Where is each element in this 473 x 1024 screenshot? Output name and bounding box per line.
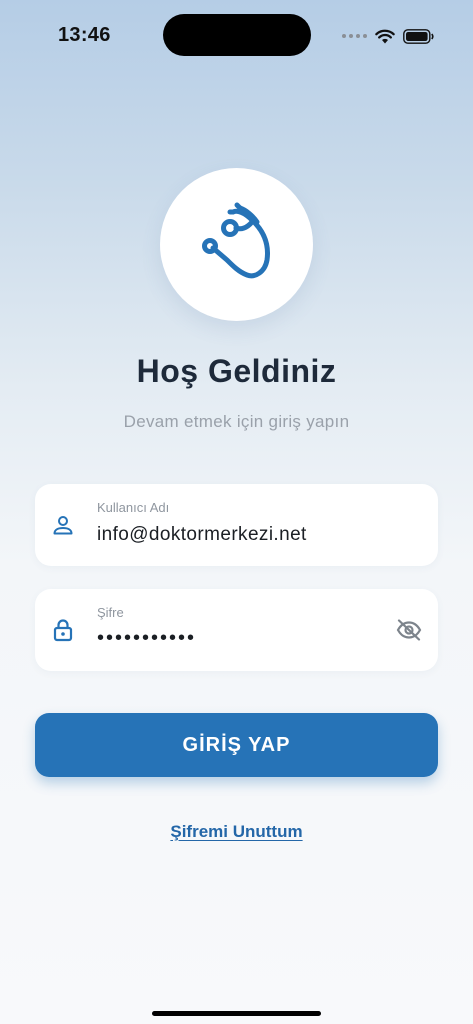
person-icon <box>53 516 73 535</box>
app-logo <box>160 168 313 321</box>
welcome-title: Hoş Geldiniz <box>136 353 337 389</box>
signal-dots-icon <box>342 34 367 38</box>
password-input[interactable]: ••••••••••• <box>97 627 196 650</box>
stethoscope-icon <box>201 202 270 278</box>
dynamic-island <box>163 14 311 56</box>
battery-icon <box>403 28 434 44</box>
eye-off-icon[interactable] <box>396 618 422 642</box>
status-icons <box>342 26 435 46</box>
status-bar: 13:46 <box>0 0 473 70</box>
forgot-password-link[interactable]: Şifremi Unuttum <box>0 822 473 842</box>
password-label: Şifre <box>97 605 124 620</box>
welcome-subtitle: Devam etmek için giriş yapın <box>123 412 350 431</box>
username-input[interactable]: info@doktormerkezi.net <box>97 524 307 546</box>
login-button[interactable]: GİRİŞ YAP <box>35 713 438 777</box>
wifi-icon <box>375 29 395 43</box>
password-field[interactable]: Şifre ••••••••••• <box>35 589 438 671</box>
username-field[interactable]: Kullanıcı Adı info@doktormerkezi.net <box>35 484 438 566</box>
status-time: 13:46 <box>58 24 111 46</box>
username-label: Kullanıcı Adı <box>97 500 170 515</box>
lock-icon <box>53 619 73 642</box>
home-indicator <box>152 1011 321 1016</box>
